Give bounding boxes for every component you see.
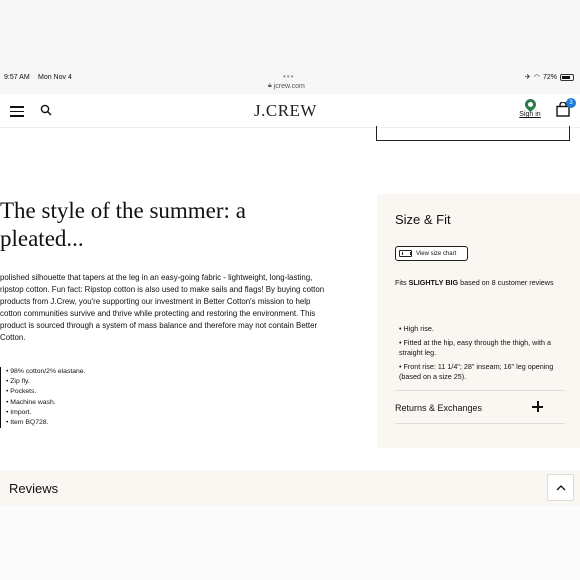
- more-dots-icon[interactable]: •••: [283, 72, 294, 81]
- reviews-title: Reviews: [9, 481, 59, 496]
- size-fit-title: Size & Fit: [395, 212, 451, 227]
- menu-icon[interactable]: [10, 106, 24, 117]
- detail-item: Item BQ728.: [6, 418, 85, 428]
- status-time: 9:57 AM: [4, 74, 30, 81]
- fit-value: SLIGHTLY BIG: [408, 278, 459, 287]
- fit-suffix: based on 8 customer reviews: [458, 278, 554, 287]
- detail-item: Machine wash.: [6, 398, 85, 408]
- detail-item: 98% cotton/2% elastane.: [6, 367, 85, 377]
- bottom-blank-area: [0, 506, 580, 580]
- address-url: jcrew.com: [273, 82, 305, 90]
- search-icon[interactable]: [40, 104, 52, 116]
- wifi-icon: ◠: [533, 74, 540, 81]
- divider: [395, 423, 565, 424]
- ruler-icon: [399, 250, 412, 257]
- size-chart-label: View size chart: [416, 250, 457, 257]
- bag-count-badge: 3: [566, 98, 576, 108]
- add-to-bag-box[interactable]: [376, 126, 570, 141]
- airplane-icon: ✈︎: [525, 74, 531, 81]
- chevron-up-icon: [556, 484, 565, 490]
- top-blank-area: [0, 0, 580, 70]
- status-indicators: ✈︎ ◠ 72%: [525, 73, 574, 81]
- fit-note: Front rise: 11 1/4"; 28" inseam; 16" leg…: [399, 362, 569, 383]
- product-details-list: 98% cotton/2% elastane. Zip fly. Pockets…: [0, 367, 85, 429]
- detail-item: Import.: [6, 408, 85, 418]
- fit-summary: Fits SLIGHTLY BIG based on 8 customer re…: [395, 278, 565, 289]
- scroll-to-top-button[interactable]: [547, 474, 574, 501]
- product-description: polished silhouette that tapers at the l…: [0, 273, 325, 342]
- status-date: Mon Nov 4: [38, 74, 72, 81]
- status-bar: 9:57 AM Mon Nov 4 ••• 🔒︎ jcrew.com ✈︎ ◠ …: [0, 70, 580, 94]
- sign-in-link[interactable]: Sign in: [515, 96, 545, 118]
- view-size-chart-button[interactable]: View size chart: [395, 246, 468, 261]
- size-fit-panel: Size & Fit View size chart Fits SLIGHTLY…: [377, 194, 580, 448]
- fit-note: High rise.: [399, 324, 569, 335]
- fit-note: Fitted at the hip, easy through the thig…: [399, 338, 569, 359]
- lock-icon: 🔒︎: [268, 82, 272, 89]
- brand-logo[interactable]: J.CREW: [254, 101, 317, 121]
- plus-icon[interactable]: [532, 401, 543, 412]
- detail-item: Zip fly.: [6, 377, 85, 387]
- address-bar[interactable]: 🔒︎ jcrew.com: [268, 82, 305, 90]
- divider: [395, 390, 565, 391]
- fit-notes-list: High rise. Fitted at the hip, easy throu…: [399, 324, 569, 386]
- location-pin-icon: [522, 96, 538, 113]
- product-headline: The style of the summer: a pleated...: [0, 198, 246, 251]
- detail-item: Pockets.: [6, 387, 85, 397]
- reviews-section: Reviews: [0, 470, 580, 506]
- battery-percent: 72%: [542, 73, 557, 81]
- fit-prefix: Fits: [395, 278, 409, 287]
- returns-exchanges-toggle[interactable]: Returns & Exchanges: [395, 403, 482, 413]
- site-header: J.CREW Sign in: [0, 94, 580, 128]
- battery-icon: [560, 73, 574, 81]
